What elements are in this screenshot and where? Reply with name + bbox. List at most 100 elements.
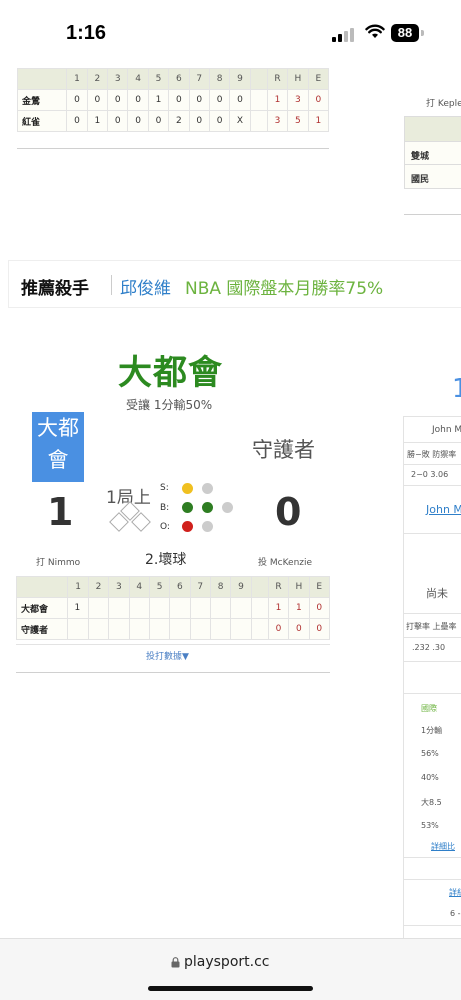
status-bar: 1:16 88 (0, 0, 461, 64)
inning-header: 4 (127, 68, 149, 90)
handicap-text: 受讓 1分輸50% (126, 398, 213, 412)
right-not-yet: 尚未 (426, 587, 448, 600)
runs-value: 1 (267, 597, 290, 619)
right-detail-link-2[interactable]: 詳紅 (449, 887, 461, 898)
team-name: 國民 (405, 165, 461, 188)
card-divider (17, 148, 329, 149)
hits-value: 0 (288, 618, 310, 640)
errors-value: 0 (308, 597, 331, 619)
right-stat-headers: 勝−敗 防禦率 (407, 450, 457, 459)
right-market-row: 1分輸 (421, 726, 443, 735)
status-time: 1:16 (66, 22, 107, 44)
errors-header: E (307, 68, 330, 90)
runs-value: 1 (266, 89, 289, 111)
gap-cell (249, 68, 268, 90)
inning-score: 0 (188, 89, 210, 111)
inning-score (87, 618, 110, 640)
battery-nub (421, 30, 424, 36)
away-team-line2: 會 (47, 448, 69, 472)
out-dot-empty-icon (202, 521, 213, 532)
inning-header: 1 (67, 576, 89, 598)
runs-value: 3 (266, 110, 289, 132)
right-detail-link[interactable]: 詳細比 (431, 841, 455, 852)
away-team-line1: 大都 (37, 416, 79, 440)
current-pitcher: 投 McKenzie (258, 558, 313, 568)
right-market-row: 56% (421, 749, 439, 758)
promo-record-link[interactable]: NBA 國際盤本月勝率75% (185, 274, 383, 299)
inning-score (230, 618, 252, 640)
hits-value: 3 (287, 89, 309, 111)
inning-score (148, 597, 171, 619)
right-bat-headers: 打擊率 上壘率 (406, 622, 457, 631)
inning-header: 5 (147, 68, 170, 90)
inning-header: 9 (230, 576, 252, 598)
inning-header: 1 (66, 68, 88, 90)
ball-dot-empty-icon (222, 502, 233, 513)
right-pitcher-link[interactable]: John M (426, 503, 461, 516)
promo-divider (111, 275, 112, 295)
inning-score: 0 (229, 89, 251, 111)
boxscore-header-row: 1 2 3 4 5 6 7 8 9 R H E (15, 576, 331, 598)
ball-label: B: (160, 503, 170, 513)
game1-boxscore: 1 2 3 4 5 6 7 8 9 R H E 金鶯 0 0 0 0 1 0 0… (16, 68, 330, 132)
inning-score: 0 (168, 89, 190, 111)
inning-header: 7 (188, 68, 210, 90)
gap-cell (250, 618, 269, 640)
inning-score (108, 618, 130, 640)
lock-icon (171, 957, 180, 968)
inning-score: 0 (127, 89, 149, 111)
hits-header: H (287, 68, 309, 90)
out-dot-icon (182, 521, 193, 532)
strike-dot-empty-icon (202, 483, 213, 494)
promo-title: 推薦殺手 (21, 279, 89, 299)
team-header-cell (15, 576, 69, 598)
hits-value: 5 (287, 110, 309, 132)
inning-header: 7 (189, 576, 211, 598)
pitch-data-toggle[interactable]: 投打數據▼ (146, 649, 189, 662)
card-divider (404, 214, 461, 215)
inning-score: 0 (147, 110, 170, 132)
right-card-header (405, 117, 461, 142)
gap-cell (249, 89, 268, 111)
url-text[interactable]: playsport.cc (184, 954, 269, 970)
cellular-signal-icon (332, 28, 358, 42)
runs-value: 0 (267, 618, 290, 640)
home-score: 0 (275, 490, 302, 534)
ball-dot-icon (182, 502, 193, 513)
team-name: 雙城 (405, 142, 461, 165)
table-row: 金鶯 0 0 0 0 1 0 0 0 0 1 3 0 (16, 89, 330, 111)
errors-value: 0 (307, 89, 330, 111)
current-batter: 打 Nimmo (36, 558, 81, 568)
right-market-row: 53% (421, 821, 439, 830)
right-bat-values: .232 .30 (412, 643, 446, 652)
inning-score: 1 (86, 110, 109, 132)
inning-score: 0 (208, 110, 231, 132)
inning-header: 3 (108, 576, 130, 598)
inning-score: 0 (188, 110, 210, 132)
inning-score (128, 597, 150, 619)
inning-score (230, 597, 252, 619)
errors-value: 1 (307, 110, 330, 132)
inning-header: 6 (169, 576, 191, 598)
right-card2: John M 勝−敗 防禦率 2−0 3.06 John M 尚未 打擊率 上壘… (403, 416, 461, 941)
away-score: 1 (47, 490, 74, 534)
inning-header: 6 (168, 68, 190, 90)
inning-header: 4 (128, 576, 150, 598)
home-indicator[interactable] (148, 986, 313, 991)
right-pitcher-name: John M (432, 425, 461, 435)
team-name: 守護者 (15, 618, 69, 640)
inning-score (209, 597, 232, 619)
inning-score: 0 (208, 89, 231, 111)
errors-value: 0 (308, 618, 331, 640)
inning-score (169, 618, 191, 640)
right-big-digit: 1 (452, 374, 461, 404)
runs-header: R (266, 68, 289, 90)
away-team-big-name: 大都會 (118, 353, 223, 393)
promo-expert-link[interactable]: 邱俊維 (120, 274, 171, 299)
hits-header: H (288, 576, 310, 598)
recommended-killer-banner[interactable]: 推薦殺手 邱俊維 NBA 國際盤本月勝率75% (8, 260, 461, 308)
team-name: 紅雀 (16, 110, 68, 132)
right-last-value: 6 - (450, 909, 461, 918)
inning-header: 5 (148, 576, 171, 598)
team-header-cell (16, 68, 68, 90)
